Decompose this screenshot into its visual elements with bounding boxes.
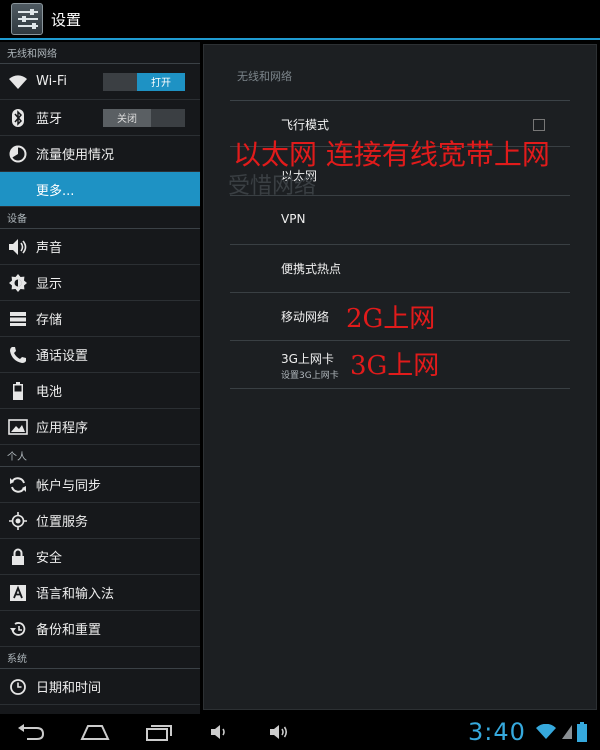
sidebar-item-label: 帐户与同步 [36, 479, 102, 494]
data-usage-icon [7, 143, 29, 165]
storage-icon [7, 308, 29, 330]
sidebar-item-bluetooth[interactable]: 蓝牙 关闭 [0, 100, 200, 136]
pref-portable-hotspot[interactable]: 便携式热点 [230, 246, 570, 293]
wifi-toggle[interactable]: 打开 [103, 72, 185, 91]
volume-down-button[interactable] [208, 720, 232, 744]
lock-icon [7, 546, 29, 568]
page-title: 设置 [51, 10, 82, 29]
pref-title: 移动网络 [281, 310, 330, 324]
section-header-device: 设备 [0, 207, 200, 229]
sidebar-item-label: 电池 [36, 385, 63, 400]
apps-icon [7, 416, 29, 438]
section-title: 无线和网络 [237, 70, 292, 83]
cell-signal-icon [561, 724, 573, 744]
annotation-3g: 3G上网 [350, 351, 440, 381]
wifi-signal-icon [535, 723, 557, 744]
sidebar-item-security[interactable]: 安全 [0, 539, 200, 575]
sidebar-item-label: 蓝牙 [36, 112, 63, 127]
section-header-personal: 个人 [0, 445, 200, 467]
pref-title: VPN [281, 212, 306, 226]
sidebar-item-label: 语言和输入法 [36, 587, 115, 602]
battery-status-icon [577, 722, 587, 746]
pref-title: 飞行模式 [281, 118, 330, 132]
status-clock[interactable]: 3:40 [468, 718, 526, 746]
pref-summary: 设置3G上网卡 [281, 371, 339, 381]
sidebar-item-label: 存储 [36, 313, 63, 328]
sidebar-item-label: 流量使用情况 [36, 148, 115, 163]
sidebar-item-battery[interactable]: 电池 [0, 373, 200, 409]
system-bar: 3:40 [0, 714, 600, 750]
section-divider [230, 100, 570, 101]
annotation-ethernet: 以太网 连接有线宽带上网 [233, 138, 550, 171]
speaker-icon [7, 236, 29, 258]
sidebar-item-backup-reset[interactable]: 备份和重置 [0, 611, 200, 647]
sidebar-item-label: 声音 [36, 241, 63, 256]
wifi-icon [7, 71, 29, 93]
location-icon [7, 510, 29, 532]
settings-sidebar: 无线和网络 Wi-Fi 打开 蓝牙 关闭 流量使用情况 更多... 设备 声音 [0, 42, 200, 714]
battery-icon [7, 380, 29, 402]
keyboard-icon [7, 582, 29, 604]
sidebar-item-data-usage[interactable]: 流量使用情况 [0, 136, 200, 172]
sidebar-item-date-time[interactable]: 日期和时间 [0, 669, 200, 705]
toggle-off-label: 关闭 [103, 108, 151, 127]
sidebar-item-label: Wi-Fi [36, 74, 68, 89]
settings-sliders-icon[interactable] [11, 3, 43, 35]
sidebar-item-wifi[interactable]: Wi-Fi 打开 [0, 64, 200, 100]
sidebar-item-label: 应用程序 [36, 421, 89, 436]
sidebar-item-label: 位置服务 [36, 515, 89, 530]
sidebar-item-accounts-sync[interactable]: 帐户与同步 [0, 467, 200, 503]
sidebar-item-storage[interactable]: 存储 [0, 301, 200, 337]
sidebar-item-label: 更多... [36, 183, 75, 199]
recent-apps-button[interactable] [144, 720, 174, 744]
section-header-wireless: 无线和网络 [0, 42, 200, 64]
sync-icon [7, 474, 29, 496]
bluetooth-toggle[interactable]: 关闭 [103, 108, 185, 127]
phone-icon [7, 344, 29, 366]
pref-vpn[interactable]: VPN [230, 197, 570, 245]
sidebar-item-label: 通话设置 [36, 349, 89, 364]
sidebar-item-sound[interactable]: 声音 [0, 229, 200, 265]
sidebar-item-label: 安全 [36, 551, 63, 566]
sidebar-item-call-settings[interactable]: 通话设置 [0, 337, 200, 373]
sidebar-item-label: 日期和时间 [36, 681, 102, 696]
pref-title: 3G上网卡 [281, 352, 334, 366]
sidebar-item-language-input[interactable]: 语言和输入法 [0, 575, 200, 611]
sidebar-item-apps[interactable]: 应用程序 [0, 409, 200, 445]
sidebar-item-location[interactable]: 位置服务 [0, 503, 200, 539]
back-button[interactable] [16, 720, 46, 744]
annotation-2g: 2G上网 [346, 304, 436, 334]
sidebar-item-label: 显示 [36, 277, 63, 292]
airplane-mode-checkbox[interactable] [533, 119, 545, 131]
sidebar-item-more[interactable]: 更多... [0, 172, 200, 207]
clock-icon [7, 676, 29, 698]
sidebar-item-label: 备份和重置 [36, 623, 102, 638]
home-button[interactable] [80, 720, 110, 744]
sidebar-item-display[interactable]: 显示 [0, 265, 200, 301]
pref-title: 便携式热点 [281, 262, 342, 276]
brightness-icon [7, 272, 29, 294]
action-bar: 设置 [0, 0, 600, 40]
section-header-system: 系统 [0, 647, 200, 669]
toggle-on-label: 打开 [137, 72, 185, 91]
backup-icon [7, 618, 29, 640]
bluetooth-icon [7, 107, 29, 129]
volume-up-button[interactable] [268, 720, 292, 744]
